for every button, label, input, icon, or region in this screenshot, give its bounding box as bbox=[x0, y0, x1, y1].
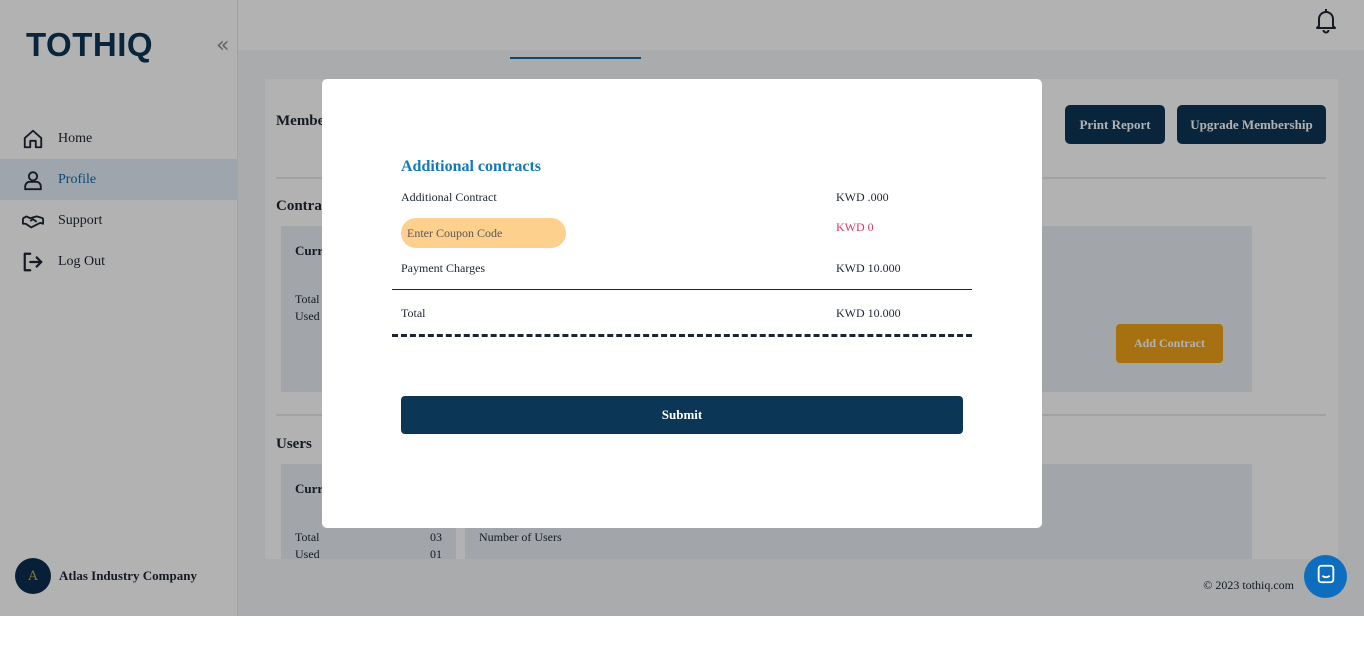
coupon-code-input[interactable] bbox=[401, 218, 566, 248]
payment-charges-value: KWD 10.000 bbox=[836, 261, 901, 275]
additional-contract-label: Additional Contract bbox=[401, 190, 497, 204]
additional-contracts-modal: Additional contracts Additional Contract… bbox=[322, 79, 1042, 528]
chat-icon bbox=[1315, 563, 1337, 590]
submit-button[interactable]: Submit bbox=[401, 396, 963, 434]
additional-contract-value: KWD .000 bbox=[836, 190, 889, 204]
total-value: KWD 10.000 bbox=[836, 306, 901, 320]
divider bbox=[392, 289, 972, 290]
dashed-divider bbox=[392, 334, 972, 337]
total-label: Total bbox=[401, 306, 426, 320]
payment-charges-label: Payment Charges bbox=[401, 261, 486, 275]
coupon-discount-value: KWD 0 bbox=[836, 220, 874, 234]
chat-launcher-button[interactable] bbox=[1304, 555, 1347, 598]
modal-title: Additional contracts bbox=[401, 158, 541, 175]
